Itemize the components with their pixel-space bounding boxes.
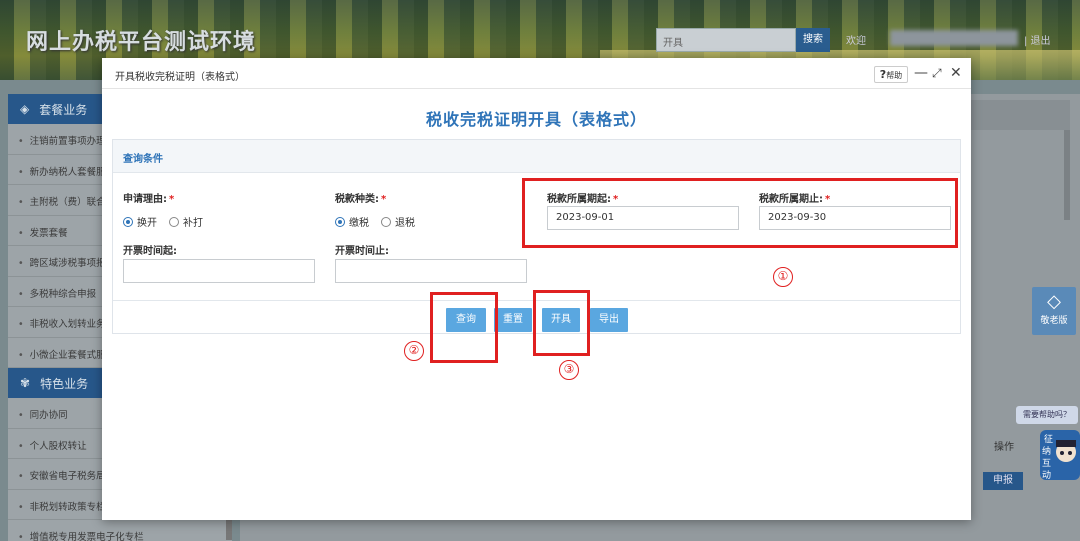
annotation-number: ②	[404, 341, 424, 361]
diamond-tag-icon: ◇	[1047, 291, 1061, 312]
header-search-button[interactable]: 搜索	[796, 28, 830, 52]
content-scrollbar[interactable]	[1064, 130, 1070, 220]
reset-button[interactable]: 重置	[494, 308, 532, 332]
query-section-title: 查询条件	[113, 140, 960, 173]
annotation-number: ①	[773, 267, 793, 287]
annotation-box-query	[430, 292, 498, 363]
issue-end-input[interactable]	[335, 259, 527, 283]
tax-type-option-label: 退税	[395, 218, 415, 229]
issue-start-label: 开票时间起:	[123, 246, 177, 257]
user-name-redacted	[890, 30, 1018, 46]
tax-type-option-label: 缴税	[349, 218, 369, 229]
issue-end-label: 开票时间止:	[335, 246, 389, 257]
tax-type-radio-refund[interactable]	[381, 216, 391, 227]
operation-column-header: 操作	[994, 442, 1014, 453]
reason-radio-reprint[interactable]	[169, 216, 179, 227]
minimize-icon[interactable]: —	[914, 64, 928, 82]
close-icon[interactable]: ✕	[950, 64, 962, 82]
site-title: 网上办税平台测试环境	[26, 30, 257, 55]
mascot-char: 征	[1044, 434, 1053, 445]
dialog-title-bar: 开具税收完税证明（表格式） ?帮助 — ⤢ ✕	[102, 58, 971, 89]
layers-icon: ◈	[20, 102, 30, 116]
elder-mode-label: 敬老版	[1040, 316, 1068, 326]
help-label: 帮助	[886, 71, 903, 80]
tax-certificate-dialog: 开具税收完税证明（表格式） ?帮助 — ⤢ ✕ 税收完税证明开具（表格式） 查询…	[102, 58, 971, 520]
reason-option-label: 补打	[183, 218, 203, 229]
tax-type-label-text: 税款种类:	[335, 194, 379, 205]
form-title: 税收完税证明开具（表格式）	[425, 110, 647, 129]
sidebar-item[interactable]: 增值税专用发票电子化专栏	[8, 520, 232, 541]
help-button[interactable]: ?帮助	[874, 66, 908, 83]
required-mark: *	[381, 194, 387, 205]
required-mark: *	[169, 194, 175, 205]
reason-radio-reissue[interactable]	[123, 216, 133, 227]
exit-link[interactable]: | 退出	[1024, 32, 1051, 47]
mascot-char: 动	[1042, 470, 1051, 481]
annotation-box-issue	[533, 290, 590, 356]
sidebar-scrollbar[interactable]	[226, 520, 232, 540]
reason-label-text: 申请理由:	[123, 194, 167, 205]
annotation-number: ③	[559, 360, 579, 380]
tax-type-radio-pay[interactable]	[335, 216, 345, 227]
help-tooltip[interactable]: 需要帮助吗？	[1016, 406, 1078, 424]
export-button[interactable]: 导出	[590, 308, 628, 332]
annotation-box-period	[522, 178, 958, 248]
sidebar-group-label: 套餐业务	[39, 102, 88, 117]
mascot-icon[interactable]: 征 纳 互 动	[1040, 428, 1080, 484]
reason-option-label: 换开	[137, 218, 157, 229]
dialog-title: 开具税收完税证明（表格式）	[115, 72, 245, 83]
issue-start-input[interactable]	[123, 259, 315, 283]
header-search-input[interactable]: 开具	[656, 28, 796, 52]
tax-type-label: 税款种类: *	[335, 190, 386, 205]
maximize-icon[interactable]: ⤢	[932, 64, 942, 82]
tax-type-radio-group: 缴税 退税	[335, 214, 415, 229]
reason-radio-group: 换开 补打	[123, 214, 203, 229]
mascot-char: 互	[1042, 458, 1051, 469]
report-button[interactable]: 申报	[983, 472, 1023, 490]
welcome-text: 欢迎	[846, 36, 866, 47]
elder-mode-button[interactable]: ◇ 敬老版	[1032, 287, 1076, 335]
sidebar-group-label: 特色业务	[40, 376, 89, 391]
content-panel-header	[970, 100, 1070, 130]
reason-label: 申请理由: *	[123, 190, 174, 205]
flower-icon: ✾	[20, 376, 31, 390]
mascot-char: 纳	[1042, 445, 1051, 457]
